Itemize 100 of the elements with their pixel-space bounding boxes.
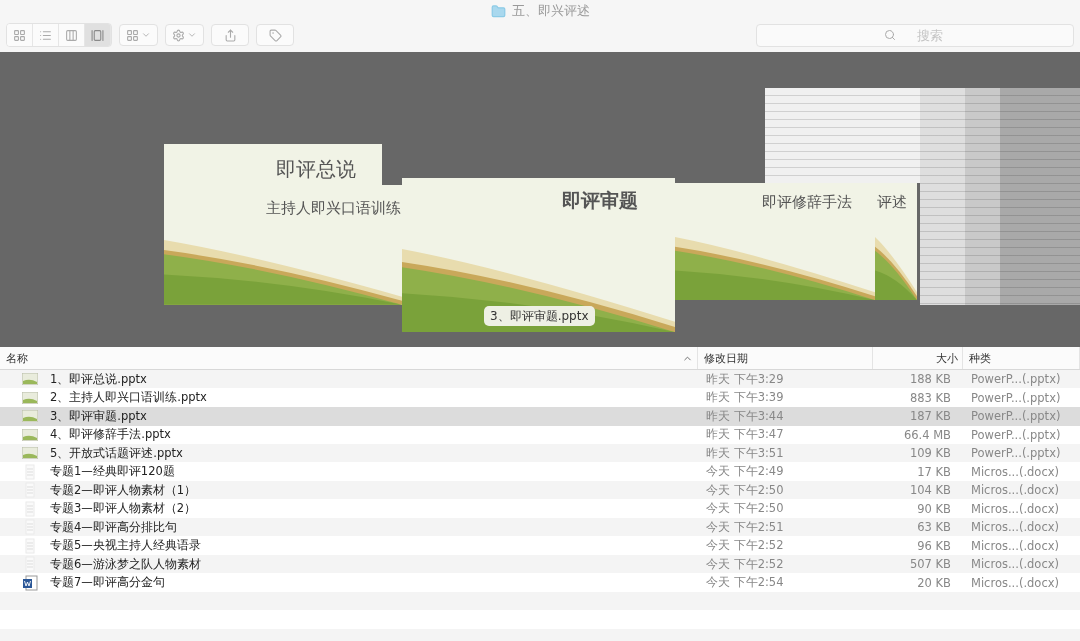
file-size: 96 KB [916, 538, 952, 553]
tag-button[interactable] [256, 24, 294, 46]
chevron-down-icon [141, 30, 151, 40]
file-name: 4、即评修辞手法.pptx [49, 427, 171, 443]
file-row[interactable]: 专题6—游泳梦之队人物素材 今天 下午2:52 507 KB Micros...(.docx) [0, 555, 1080, 574]
file-size: 63 KB [916, 520, 952, 535]
file-row[interactable]: 专题7—即评高分金句 今天 下午2:54 20 KB Micros...(.docx) [0, 573, 1080, 592]
file-date: 昨天 下午3:39 [705, 390, 785, 406]
arrange-button[interactable] [119, 24, 158, 46]
slide-thumbnail[interactable]: 主持人即兴口语训练 [164, 185, 402, 305]
file-row[interactable]: 1、即评总说.pptx 昨天 下午3:29 188 KB PowerP...(.pptx) [0, 370, 1080, 389]
file-name: 专题1—经典即评120题 [49, 464, 175, 480]
view-button[interactable] [85, 24, 111, 46]
slide-title: 主持人即兴口语训练 [266, 199, 401, 218]
file-size: 187 KB [908, 409, 952, 424]
document-thumbnail[interactable] [965, 88, 1000, 305]
slide-file-icon [22, 447, 38, 460]
slide-title: 即评总说 [276, 157, 356, 182]
file-date: 昨天 下午3:29 [705, 371, 785, 387]
file-row[interactable]: 专题4—即评高分排比句 今天 下午2:51 63 KB Micros...(.docx) [0, 518, 1080, 537]
file-name: 专题5—央视主持人经典语录 [49, 538, 201, 554]
file-row[interactable]: 2、主持人即兴口语训练.pptx 昨天 下午3:39 883 KB PowerP...(.pptx) [0, 388, 1080, 407]
slide-thumbnail[interactable]: 评述 [875, 183, 917, 300]
file-date: 昨天 下午3:51 [705, 445, 785, 461]
share-button[interactable] [211, 24, 249, 46]
file-size: 66.4 MB [902, 427, 952, 442]
window-title: 五、即兴评述 [511, 2, 590, 20]
file-kind: PowerP...(.pptx) [970, 446, 1062, 461]
file-size: 20 KB [916, 575, 952, 590]
file-kind: Micros...(.docx) [970, 483, 1060, 498]
document-thumbnail[interactable] [1000, 88, 1080, 305]
grid-icon [126, 28, 139, 42]
file-size: 507 KB [908, 557, 952, 572]
list-view-icon [39, 28, 52, 42]
file-date: 今天 下午2:50 [705, 501, 785, 517]
file-date: 今天 下午2:52 [705, 538, 785, 554]
slide-title: 即评审题 [562, 189, 638, 213]
file-row[interactable]: 专题3—即评人物素材（2） 今天 下午2:50 90 KB Micros...(.docx) [0, 499, 1080, 518]
share-icon [223, 28, 237, 42]
file-kind: PowerP...(.pptx) [970, 390, 1062, 405]
file-name: 专题6—游泳梦之队人物素材 [49, 556, 201, 572]
file-size: 188 KB [908, 372, 952, 387]
file-name: 专题2—即评人物素材（1） [49, 482, 197, 498]
file-name: 专题4—即评高分排比句 [49, 519, 177, 535]
file-size: 90 KB [916, 501, 952, 516]
column-header[interactable]: 种类 [969, 350, 991, 366]
file-date: 昨天 下午3:47 [705, 427, 785, 443]
chevron-down-icon [187, 30, 197, 40]
action-button[interactable] [165, 24, 204, 46]
word-document-icon [22, 574, 38, 591]
coverflow-view-icon [91, 28, 104, 42]
filename-tooltip: 3、即评审题.pptx [484, 306, 595, 326]
slide-title: 评述 [877, 193, 907, 212]
folder-icon [490, 3, 506, 19]
file-name: 专题7—即评高分金句 [49, 575, 165, 591]
slide-file-icon [22, 428, 38, 441]
icons-view-icon [13, 28, 26, 42]
file-kind: Micros...(.docx) [970, 464, 1060, 479]
file-kind: Micros...(.docx) [970, 557, 1060, 572]
file-name: 5、开放式话题评述.pptx [49, 445, 183, 461]
column-header[interactable]: 名称 [6, 350, 28, 366]
file-kind: PowerP...(.pptx) [970, 409, 1062, 424]
file-size: 109 KB [908, 446, 952, 461]
file-row[interactable]: 专题5—央视主持人经典语录 今天 下午2:52 96 KB Micros...(.docx) [0, 536, 1080, 555]
slide-file-icon [22, 391, 38, 404]
slide-thumbnail[interactable]: 即评总说 [164, 144, 382, 185]
file-row[interactable]: 5、开放式话题评述.pptx 昨天 下午3:51 109 KB PowerP...(.pptx) [0, 444, 1080, 463]
file-kind: Micros...(.docx) [970, 575, 1060, 590]
file-size: 883 KB [908, 390, 952, 405]
gear-icon [172, 28, 185, 42]
file-date: 今天 下午2:54 [705, 575, 785, 591]
file-kind: PowerP...(.pptx) [970, 372, 1062, 387]
file-date: 今天 下午2:49 [705, 464, 785, 480]
file-kind: Micros...(.docx) [970, 501, 1060, 516]
file-row[interactable]: 3、即评审题.pptx 昨天 下午3:44 187 KB PowerP...(.pptx) [0, 407, 1080, 426]
file-kind: Micros...(.docx) [970, 520, 1060, 535]
file-date: 今天 下午2:50 [705, 482, 785, 498]
slide-file-icon [22, 410, 38, 423]
column-header[interactable]: 修改日期 [704, 350, 748, 366]
document-thumbnail[interactable] [765, 88, 920, 183]
search-icon [884, 28, 896, 41]
file-kind: PowerP...(.pptx) [970, 427, 1062, 442]
column-header[interactable]: 大小 [936, 350, 958, 366]
file-kind: Micros...(.docx) [970, 538, 1060, 553]
document-thumbnail[interactable] [920, 88, 965, 305]
slide-title: 即评修辞手法 [762, 193, 852, 212]
columns-view-icon [65, 28, 78, 42]
file-name: 1、即评总说.pptx [49, 371, 147, 387]
file-name: 2、主持人即兴口语训练.pptx [49, 390, 207, 406]
tag-icon [268, 28, 282, 42]
view-button[interactable] [7, 24, 33, 46]
file-date: 今天 下午2:52 [705, 556, 785, 572]
slide-thumbnail[interactable]: 即评修辞手法 [675, 183, 875, 300]
file-name: 专题3—即评人物素材（2） [49, 501, 197, 517]
file-size: 104 KB [908, 483, 952, 498]
file-row[interactable]: 专题2—即评人物素材（1） 今天 下午2:50 104 KB Micros...(.docx) [0, 481, 1080, 500]
file-row[interactable]: 专题1—经典即评120题 今天 下午2:49 17 KB Micros...(.docx) [0, 462, 1080, 481]
file-date: 今天 下午2:51 [705, 519, 785, 535]
file-row[interactable]: 4、即评修辞手法.pptx 昨天 下午3:47 66.4 MB PowerP...(.pptx) [0, 425, 1080, 444]
file-size: 17 KB [916, 464, 952, 479]
